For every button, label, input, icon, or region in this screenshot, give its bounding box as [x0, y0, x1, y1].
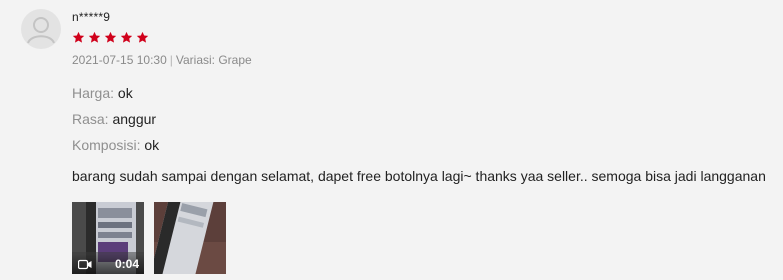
attribute-key: Harga:	[72, 85, 115, 101]
star-icon	[88, 31, 101, 43]
user-placeholder-icon	[27, 17, 55, 44]
review-comment: barang sudah sampai dengan selamat, dape…	[72, 168, 766, 184]
attribute-price: Harga: ok	[72, 85, 133, 101]
reviewer-username[interactable]: n*****9	[72, 10, 110, 24]
review-video-thumbnail[interactable]: 0:04	[72, 202, 144, 274]
video-camera-icon	[78, 259, 92, 270]
attribute-value: anggur	[112, 111, 157, 127]
avatar[interactable]	[21, 9, 61, 49]
review-image-thumbnail[interactable]	[154, 202, 226, 274]
attribute-composition: Komposisi: ok	[72, 137, 159, 153]
attribute-taste: Rasa: anggur	[72, 111, 156, 127]
meta-separator: |	[169, 53, 173, 67]
product-photo	[154, 202, 226, 274]
attribute-value: ok	[144, 137, 160, 153]
attribute-key: Komposisi:	[72, 137, 141, 153]
review-meta: 2021-07-15 10:30 | Variasi: Grape	[72, 53, 252, 67]
video-duration: 0:04	[114, 257, 139, 271]
review-variation: Variasi: Grape	[175, 53, 252, 67]
rating-stars	[72, 31, 149, 44]
star-icon	[104, 31, 117, 43]
star-icon	[72, 31, 85, 43]
star-icon	[136, 31, 149, 43]
attribute-value: ok	[117, 85, 133, 101]
star-icon	[120, 31, 133, 43]
attribute-key: Rasa:	[72, 111, 109, 127]
review-date: 2021-07-15 10:30	[72, 53, 167, 67]
